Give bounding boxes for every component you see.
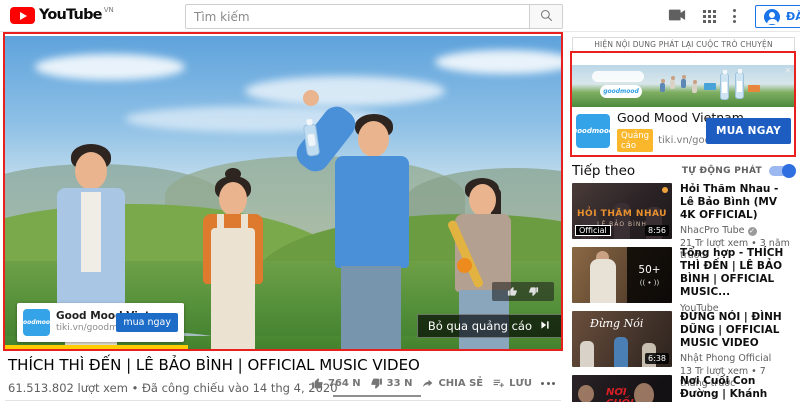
sidebar-ad-banner[interactable]: goodmood [572,65,795,107]
dislike-count: 33 N [387,378,413,389]
save-label: LƯU [509,378,532,389]
cloud [35,54,185,80]
header-icons [668,0,736,32]
goodmood-logo: goodmood [23,309,50,336]
ad-badge: Quảng cáo [617,129,653,152]
thumb-down-icon [370,377,383,390]
section-divider [5,400,561,401]
create-video-icon[interactable] [668,7,686,26]
up-next-row: Tiếp theo TỰ ĐỘNG PHÁT [572,163,795,179]
show-chat-replay-button[interactable]: HIỆN NỘI DUNG PHÁT LẠI CUỘC TRÒ CHUYỆN [572,37,795,52]
youtube-wordmark: YouTube [39,7,102,24]
channel-name: Nhật Phong Official [680,353,771,365]
search-icon [539,8,554,26]
sign-in-label: ĐĂNG [786,10,800,23]
like-count: 764 N [328,378,361,389]
country-code: VN [104,6,114,14]
ad-banner-bubble [592,71,644,82]
share-button[interactable]: CHIA SẺ [421,377,483,390]
playlist-thumbnail: 50+ [572,247,672,303]
player-ad-card[interactable]: goodmood Good Mood Vietnam tiki.vn/goodm… [17,303,184,342]
jumping-person [670,76,675,90]
related-video-title: Tổng hợp - THÍCH THÌ ĐẾN | LÊ BẢO BÌNH |… [680,247,795,300]
like-ratio-bar [333,395,421,397]
more-actions-button[interactable] [541,382,555,385]
sidebar-ad-cta-button[interactable]: MUA NGAY [706,118,791,144]
skip-ad-button[interactable]: Bỏ qua quảng cáo [417,314,561,338]
autoplay-label: TỰ ĐỘNG PHÁT [682,166,762,176]
dislike-button[interactable]: 33 N [370,377,413,390]
goodmood-logo: goodmood [576,114,610,148]
share-label: CHIA SẺ [438,378,483,389]
save-button[interactable]: LƯU [492,377,532,390]
video-thumbnail: HỎI THĂM NHAU LÊ BẢO BÌNH Official 8:56 [572,183,672,239]
player-thumb-down-icon[interactable] [528,282,539,301]
player-ad-title: Good Mood Vietnam [56,310,110,323]
verified-icon [748,227,757,236]
ad-progress-bar[interactable] [5,345,188,349]
youtube-play-icon [10,7,35,24]
top-bar: YouTube VN ĐĂNG [0,0,800,32]
video-duration: 6:38 [645,353,669,364]
video-thumbnail: Đừng Nói 6:38 [572,311,672,367]
ad-bottle [720,73,729,100]
video-thumbnail: NƠICUỐI [572,375,672,402]
sidebar-ad-title: Good Mood Vietnam [617,110,699,125]
related-video-title: ĐỪNG NÓI | ĐÌNH DŨNG | OFFICIAL MUSIC VI… [680,311,795,350]
related-video-title: Nơi Cuối Con Đường | Khánh Phương | Offi… [680,375,795,402]
sign-in-button[interactable]: ĐĂNG [755,5,800,28]
video-title: THÍCH THÌ ĐẾN | LÊ BẢO BÌNH | OFFICIAL M… [8,356,553,374]
search-bar [185,4,563,29]
related-video-title: Hỏi Thăm Nhau - Lê Bảo Bình (MV 4K OFFIC… [680,183,795,222]
share-icon [421,377,434,390]
video-duration: 8:56 [645,225,669,236]
orange-fruit [457,258,472,273]
like-button[interactable]: 764 N [311,377,361,390]
thumb-up-icon [311,377,324,390]
cloud [245,76,445,106]
search-input[interactable] [185,4,529,29]
person-orange-top [203,176,263,349]
jumping-person [692,80,697,94]
view-count: 61.513.802 lượt xem • Đã công chiếu vào … [8,381,338,395]
sidebar-ad-info[interactable]: goodmood Good Mood Vietnam Quảng cáo tik… [572,107,795,155]
autoplay-toggle[interactable] [769,166,795,176]
account-icon [764,9,780,25]
jumping-person [660,79,665,93]
playlist-add-icon [492,377,505,390]
skip-next-icon [539,319,551,334]
up-next-label: Tiếp theo [572,163,635,179]
player-ad-cta-button[interactable]: mua ngay [116,313,178,332]
player-rating-box[interactable] [492,282,554,301]
apps-grid-icon[interactable] [703,10,716,23]
thumbnail-badge-dot [662,187,668,193]
youtube-logo[interactable]: YouTube VN [10,7,114,24]
search-button[interactable] [529,4,563,29]
playlist-count: 50+ [638,264,660,276]
skip-ad-label: Bỏ qua quảng cáo [428,319,532,333]
price-tag [748,85,760,92]
playlist-overlay: 50+ [627,247,672,303]
youtube-watch-page: YouTube VN ĐĂNG [0,0,800,402]
official-stamp: Official [575,225,611,236]
goodmood-cloud-logo: goodmood [600,85,642,98]
ad-bottle [735,72,744,99]
person-holding-bottle [323,114,421,349]
ellipsis-icon [541,382,555,385]
jumping-person [681,75,686,89]
player-thumb-up-icon[interactable] [507,282,518,301]
mix-icon [640,279,660,287]
player-ad-url: tiki.vn/goodmood [56,323,110,334]
related-video-2[interactable]: 50+ Tổng hợp - THÍCH THÌ ĐẾN | LÊ BẢO BÌ… [572,247,795,314]
action-bar: 764 N 33 N CHIA SẺ LƯU [311,377,555,390]
video-player[interactable]: goodmood Good Mood Vietnam tiki.vn/goodm… [5,36,561,349]
more-options-icon[interactable] [733,9,736,23]
close-ad-icon[interactable] [783,66,793,76]
related-video-4[interactable]: NƠICUỐI Nơi Cuối Con Đường | Khánh Phươn… [572,375,795,402]
price-tag [704,83,716,90]
channel-name: NhacPro Tube [680,225,745,237]
